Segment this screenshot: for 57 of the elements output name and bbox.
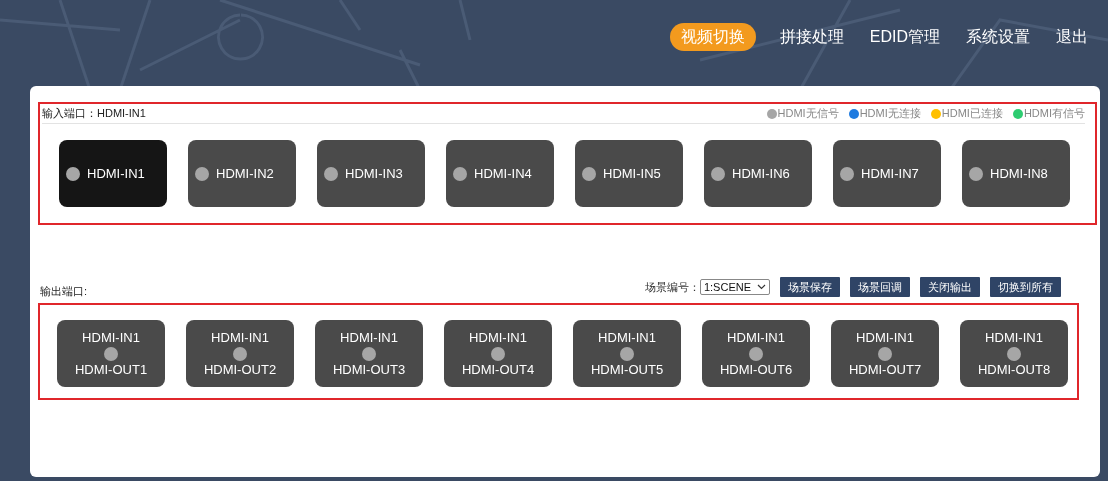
- output-port-button[interactable]: HDMI-IN1 HDMI-OUT3: [315, 320, 423, 387]
- output-port-button[interactable]: HDMI-IN1 HDMI-OUT5: [573, 320, 681, 387]
- legend-label: HDMI有信号: [1023, 106, 1085, 122]
- scene-button[interactable]: 场景保存: [780, 277, 840, 297]
- nav-tab[interactable]: 系统设置: [964, 23, 1032, 51]
- source-label: HDMI-IN1: [985, 329, 1043, 346]
- nav-tab[interactable]: 退出: [1054, 23, 1090, 51]
- port-label: HDMI-IN4: [474, 164, 532, 183]
- scene-button[interactable]: 关闭输出: [920, 277, 980, 297]
- output-port-button[interactable]: HDMI-IN1 HDMI-OUT7: [831, 320, 939, 387]
- port-label: HDMI-IN2: [216, 164, 274, 183]
- source-label: HDMI-IN1: [82, 329, 140, 346]
- port-label: HDMI-OUT8: [977, 361, 1051, 378]
- port-label: HDMI-IN6: [732, 164, 790, 183]
- port-label: HDMI-OUT1: [74, 361, 148, 378]
- port-label: HDMI-IN8: [990, 164, 1048, 183]
- input-port-button[interactable]: HDMI-IN1: [59, 140, 167, 207]
- port-label: HDMI-OUT4: [461, 361, 535, 378]
- source-label: HDMI-IN1: [340, 329, 398, 346]
- port-label: HDMI-OUT2: [203, 361, 277, 378]
- source-label: HDMI-IN1: [211, 329, 269, 346]
- port-label: HDMI-IN3: [345, 164, 403, 183]
- source-label: HDMI-IN1: [856, 329, 914, 346]
- nav-tab[interactable]: 拼接处理: [777, 23, 846, 51]
- legend-label: HDMI无连接: [859, 106, 921, 122]
- scene-label: 场景编号：: [644, 279, 700, 295]
- source-label: HDMI-IN1: [469, 329, 527, 346]
- scene-button[interactable]: 切换到所有: [990, 277, 1061, 297]
- output-port-button[interactable]: HDMI-IN1 HDMI-OUT4: [444, 320, 552, 387]
- legend-label: HDMI无信号: [777, 106, 839, 122]
- input-port-button[interactable]: HDMI-IN7: [833, 140, 941, 207]
- source-label: HDMI-IN1: [598, 329, 656, 346]
- port-label: HDMI-OUT7: [848, 361, 922, 378]
- scene-button[interactable]: 场景回调: [850, 277, 910, 297]
- scene-select[interactable]: 1:SCENE: [699, 279, 770, 295]
- port-label: HDMI-OUT3: [332, 361, 406, 378]
- nav-tab[interactable]: EDID管理: [867, 23, 942, 51]
- input-port-button[interactable]: HDMI-IN2: [188, 140, 296, 207]
- source-label: HDMI-IN1: [727, 329, 785, 346]
- output-port-button[interactable]: HDMI-IN1 HDMI-OUT6: [702, 320, 810, 387]
- input-port-button[interactable]: HDMI-IN6: [704, 140, 812, 207]
- output-port-button[interactable]: HDMI-IN1 HDMI-OUT8: [960, 320, 1068, 387]
- output-port-button[interactable]: HDMI-IN1 HDMI-OUT2: [186, 320, 294, 387]
- legend-label: HDMI已连接: [941, 106, 1003, 122]
- input-port-button[interactable]: HDMI-IN5: [575, 140, 683, 207]
- input-port-title: 输入端口：HDMI-IN1: [42, 106, 146, 122]
- port-label: HDMI-IN5: [603, 164, 661, 183]
- port-label: HDMI-OUT5: [590, 361, 664, 378]
- input-port-button[interactable]: HDMI-IN8: [962, 140, 1070, 207]
- port-label: HDMI-IN7: [861, 164, 919, 183]
- input-port-button[interactable]: HDMI-IN4: [446, 140, 554, 207]
- chevron-down-icon: [757, 284, 766, 290]
- port-label: HDMI-IN1: [87, 164, 145, 183]
- port-label: HDMI-OUT6: [719, 361, 793, 378]
- output-port-button[interactable]: HDMI-IN1 HDMI-OUT1: [57, 320, 165, 387]
- input-port-button[interactable]: HDMI-IN3: [317, 140, 425, 207]
- output-port-title: 输出端口:: [39, 283, 88, 299]
